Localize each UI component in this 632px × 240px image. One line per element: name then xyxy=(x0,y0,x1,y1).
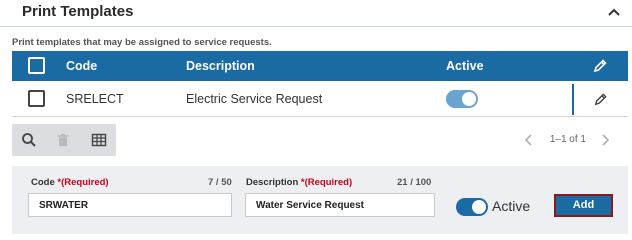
pagination: 1–1 of 1 xyxy=(506,132,616,148)
code-input[interactable]: SRWATER xyxy=(28,193,232,217)
column-header-active[interactable]: Active xyxy=(446,51,484,81)
toggle-knob xyxy=(462,92,476,106)
description-input[interactable]: Water Service Request xyxy=(245,193,435,217)
delete-button[interactable] xyxy=(46,124,80,156)
table-row[interactable]: SRELECT Electric Service Request xyxy=(12,81,628,117)
trash-icon xyxy=(57,133,69,147)
chevron-up-icon[interactable] xyxy=(606,4,622,20)
chevron-right-icon[interactable] xyxy=(600,133,610,147)
add-button[interactable]: Add xyxy=(554,194,613,217)
active-label: Active xyxy=(492,198,531,214)
chevron-left-icon[interactable] xyxy=(524,133,534,147)
section-subtitle: Print templates that may be assigned to … xyxy=(12,37,272,48)
pencil-icon[interactable] xyxy=(592,58,608,74)
description-required-marker: *(Required) xyxy=(300,177,353,188)
add-template-form: Code *(Required) 7 / 50 SRWATER Descript… xyxy=(12,166,628,234)
row-code: SRELECT xyxy=(66,92,124,106)
search-icon xyxy=(22,133,36,147)
row-description: Electric Service Request xyxy=(186,92,323,106)
column-divider xyxy=(572,84,574,115)
toggle-knob xyxy=(472,200,486,214)
row-checkbox[interactable] xyxy=(28,90,45,107)
search-button[interactable] xyxy=(12,124,46,156)
section-header: Print Templates xyxy=(0,0,632,27)
active-toggle[interactable] xyxy=(456,198,488,216)
code-required-marker: *(Required) xyxy=(57,177,109,188)
description-label: Description *(Required) xyxy=(246,177,352,188)
pencil-icon[interactable] xyxy=(593,92,608,107)
code-label: Code *(Required) xyxy=(31,177,109,188)
table-header: Code Description Active xyxy=(12,51,628,81)
description-char-counter: 21 / 100 xyxy=(397,177,432,188)
templates-table: Code Description Active SRELECT Electric… xyxy=(12,51,628,117)
table-view-button[interactable] xyxy=(82,124,116,156)
code-char-counter: 7 / 50 xyxy=(208,177,232,188)
table-toolbar xyxy=(12,124,116,156)
column-header-description[interactable]: Description xyxy=(186,51,255,81)
row-active-toggle[interactable] xyxy=(446,90,478,108)
code-label-text: Code xyxy=(31,177,55,188)
column-header-code[interactable]: Code xyxy=(66,51,97,81)
pagination-label: 1–1 of 1 xyxy=(549,134,586,145)
description-label-text: Description xyxy=(246,177,299,188)
table-view-icon xyxy=(91,133,107,147)
select-all-checkbox[interactable] xyxy=(28,57,45,74)
section-title: Print Templates xyxy=(22,3,134,20)
